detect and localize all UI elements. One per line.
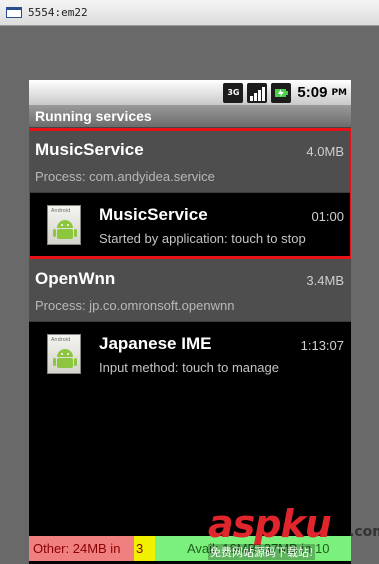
3g-icon: 3G [223,82,244,103]
service-description: Started by application: touch to stop [99,231,306,246]
memory-available-segment: Avail: 16MB+37MB in 10 [155,536,351,561]
memory-other-segment: Other: 24MB in [29,536,134,561]
process-memory-size: 4.0MB [306,144,344,159]
window-icon [6,7,22,18]
emulator-title-bar: 5554:em22 [0,0,379,26]
process-memory-size: 3.4MB [306,273,344,288]
service-description: Input method: touch to manage [99,360,279,375]
process-group-header[interactable]: MusicService 4.0MB Process: com.andyidea… [29,129,351,193]
process-package: Process: jp.co.omronsoft.openwnn [35,298,235,313]
android-app-icon: Android [47,205,81,245]
status-ampm: PM [331,87,347,98]
process-group-header[interactable]: OpenWnn 3.4MB Process: jp.co.omronsoft.o… [29,258,351,322]
screen-title: Running services [35,108,152,124]
process-name: MusicService [35,140,144,159]
device-screen: 3G 5:09 PM Running services MusicService… [29,80,351,564]
emulator-frame: 3G 5:09 PM Running services MusicService… [0,26,379,564]
screen-title-bar: Running services [29,105,351,128]
service-name: Japanese IME [99,334,212,353]
process-name: OpenWnn [35,269,116,288]
service-running-time: 1:13:07 [300,338,344,353]
service-running-time: 01:00 [311,209,344,224]
process-package: Process: com.andyidea.service [35,169,215,184]
status-bar: 3G 5:09 PM [29,80,351,105]
battery-charging-icon [271,82,292,103]
memory-usage-bar: Other: 24MB in 3 Avail: 16MB+37MB in 10 [29,536,351,561]
emulator-title: 5554:em22 [28,6,88,19]
service-row[interactable]: Android Japanese IME 1:13:07 Input metho… [29,322,351,386]
memory-cached-segment: 3 [134,536,155,561]
signal-icon [247,82,268,103]
status-time: 5:09 [297,84,328,101]
android-app-icon: Android [47,334,81,374]
service-row[interactable]: Android MusicService 01:00 Started by ap… [29,193,351,257]
service-name: MusicService [99,205,208,224]
